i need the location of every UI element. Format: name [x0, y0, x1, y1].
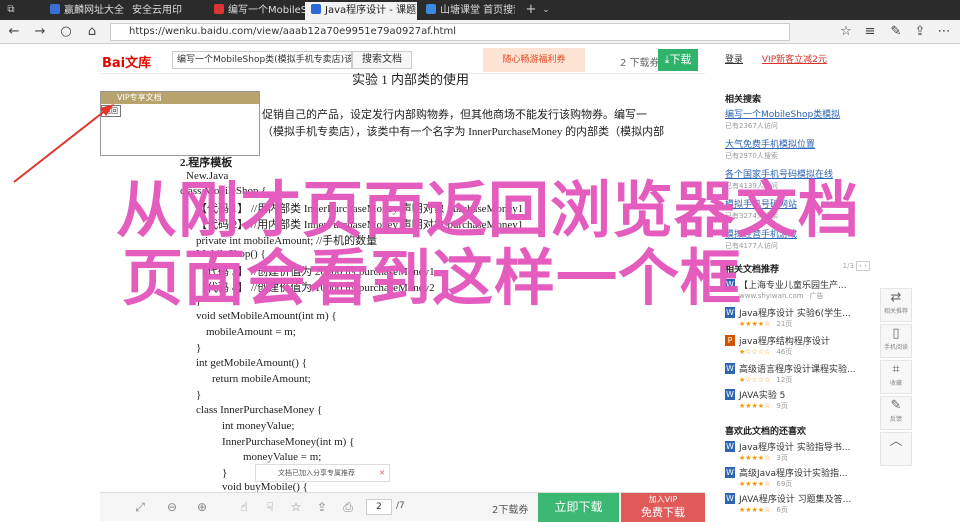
- arrow-shaft: [13, 109, 107, 183]
- overlay-annotation-line: 页面会看到这样一个框: [122, 243, 743, 314]
